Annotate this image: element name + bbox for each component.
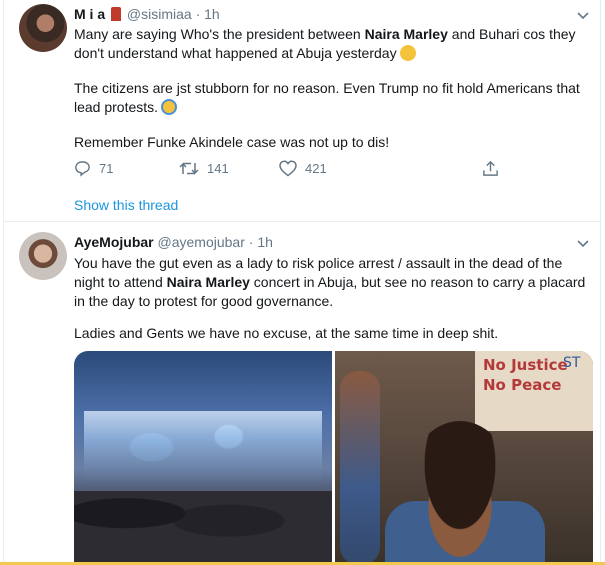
dot-separator: ·: [195, 6, 201, 22]
like-count: 421: [305, 161, 327, 176]
media-grid: No Justice No Peace ST: [74, 351, 593, 565]
hashtag-name: Naira Marley: [166, 274, 250, 290]
display-name[interactable]: AyeMojubar: [74, 234, 154, 250]
avatar[interactable]: [19, 232, 67, 280]
reply-count: 71: [99, 161, 114, 176]
hashtag-name: Naira Marley: [364, 26, 448, 42]
emoji-icon: [399, 45, 416, 61]
stage-lights: [84, 411, 322, 481]
retweet-count: 141: [207, 161, 229, 176]
handle[interactable]: @ayemojubar: [158, 234, 245, 250]
timestamp[interactable]: 1h: [257, 234, 273, 250]
tweet[interactable]: M i a @sisimiaa · 1h Many are saying Who…: [4, 0, 600, 222]
timestamp[interactable]: 1h: [204, 6, 220, 22]
protest-photo[interactable]: No Justice No Peace ST: [335, 351, 593, 565]
tweet-header: M i a @sisimiaa · 1h: [74, 6, 572, 22]
crowd-silhouette: [74, 491, 332, 565]
tweet-header: AyeMojubar @ayemojubar · 1h: [74, 234, 572, 250]
share-button[interactable]: [482, 160, 507, 177]
retweet-icon: [179, 162, 199, 175]
tweet[interactable]: AyeMojubar @ayemojubar · 1h You have the…: [4, 223, 600, 565]
timeline: M i a @sisimiaa · 1h Many are saying Who…: [3, 0, 601, 565]
reply-button[interactable]: 71: [74, 160, 113, 177]
chevron-down-icon[interactable]: [576, 8, 590, 22]
flag-badge-icon: [111, 7, 122, 21]
tweet-text-paragraph: Many are saying Who's the president betw…: [74, 26, 576, 61]
like-icon: [279, 160, 297, 177]
placard-number: ST: [563, 355, 581, 371]
avatar[interactable]: [19, 4, 67, 52]
tweet-text-paragraph: The citizens are jst stubborn for no rea…: [74, 80, 580, 115]
tweet-actions: 71 141 421: [74, 160, 514, 180]
tweet-text-paragraph: You have the gut even as a lady to risk …: [74, 255, 586, 309]
chevron-down-icon[interactable]: [576, 236, 590, 250]
display-name[interactable]: M i a: [74, 6, 105, 22]
concert-photo[interactable]: [74, 351, 332, 565]
like-button[interactable]: 421: [279, 160, 327, 177]
tweet-text-paragraph: Ladies and Gents we have no excuse, at t…: [74, 325, 499, 341]
show-thread-link[interactable]: Show this thread: [74, 197, 178, 213]
tweet-text-paragraph: Remember Funke Akindele case was not up …: [74, 134, 390, 150]
protester-face: [405, 421, 515, 565]
handle[interactable]: @sisimiaa: [127, 6, 192, 22]
reply-icon: [75, 161, 90, 177]
raised-arm: [340, 371, 380, 565]
retweet-button[interactable]: 141: [179, 160, 229, 177]
dot-separator: ·: [248, 234, 254, 250]
share-icon: [483, 160, 498, 176]
placard-text: No Justice No Peace: [483, 356, 568, 394]
laughing-emoji-icon: [161, 99, 178, 115]
